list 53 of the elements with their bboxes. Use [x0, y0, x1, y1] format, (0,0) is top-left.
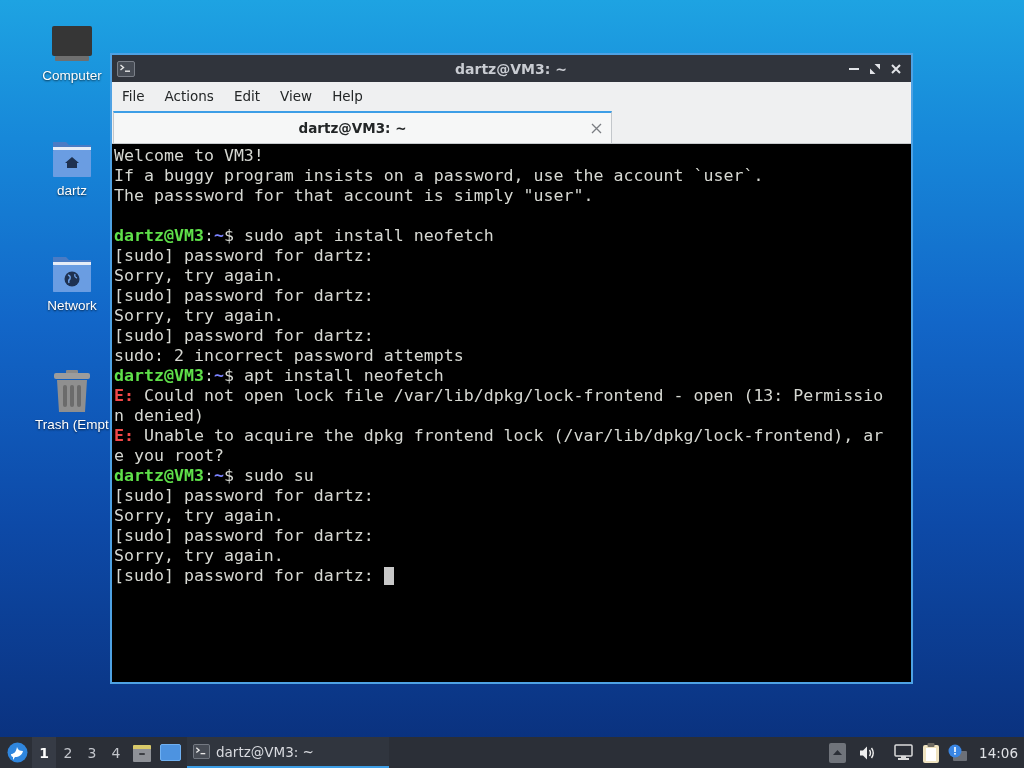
monitor-icon[interactable] — [894, 744, 914, 761]
output-line: [sudo] password for dartz: — [114, 486, 375, 506]
workspace-button[interactable]: 3 — [80, 737, 104, 768]
error-line: E: Unable to acquire the dpkg frontend lock (/var/lib/dpkg/lock-frontend), ar — [114, 426, 885, 446]
maximize-icon[interactable] — [870, 63, 880, 74]
output-line: If a buggy program insists on a password, use the account `user`. — [114, 166, 765, 186]
window-title: dartz@VM3: ~ — [455, 60, 567, 77]
output-line: e you root? — [114, 446, 225, 466]
speaker-icon[interactable] — [859, 744, 876, 761]
icon-label: Network — [47, 298, 97, 314]
icon-label: Trash (Empt — [35, 417, 109, 433]
workspace-button[interactable]: 4 — [104, 737, 128, 768]
output-line: Sorry, try again. — [114, 306, 285, 326]
workspace-button[interactable]: 1 — [32, 737, 56, 768]
output-line: Sorry, try again. — [114, 506, 285, 526]
terminal-icon — [193, 743, 210, 760]
task-button[interactable]: dartz@VM3: ~ — [187, 737, 389, 768]
drawer-icon[interactable] — [132, 742, 152, 763]
icon-label: Computer — [42, 68, 102, 84]
command-line: dartz@VM3:~$ apt install neofetch — [114, 366, 445, 386]
output-line: sudo: 2 incorrect password attempts — [114, 346, 465, 366]
output-line: [sudo] password for dartz: — [114, 526, 375, 546]
alert-icon[interactable] — [948, 743, 968, 762]
tab[interactable]: dartz@VM3: ~ — [113, 111, 612, 143]
output-line: The passsword for that account is simply "user". — [114, 186, 595, 206]
workspace-button[interactable]: 2 — [56, 737, 80, 768]
command-line: dartz@VM3:~$ sudo su — [114, 466, 315, 486]
output-line: Welcome to VM3! — [114, 146, 265, 166]
menu-item[interactable]: Actions — [154, 82, 224, 110]
output-line: Sorry, try again. — [114, 266, 285, 286]
output-line: [sudo] password for dartz: — [114, 286, 375, 306]
error-line: E: Could not open lock file /var/lib/dpkg/lock-frontend - open (13: Permissio — [114, 386, 885, 406]
menu-item[interactable]: Edit — [223, 82, 271, 110]
monitor-icon[interactable] — [51, 25, 93, 63]
home-folder-icon[interactable] — [51, 140, 93, 178]
menu-item[interactable]: Help — [322, 82, 373, 110]
output-line: [sudo] password for dartz: — [114, 246, 375, 266]
clock: 14:06 — [978, 744, 1019, 761]
icon-label: dartz — [57, 183, 87, 199]
terminal-panel[interactable] — [112, 144, 911, 682]
logo-icon[interactable] — [6, 742, 28, 763]
menu-item[interactable]: View — [270, 82, 323, 110]
caret-up-icon[interactable] — [828, 742, 846, 763]
terminal-icon — [117, 60, 135, 77]
output-line: n denied) — [114, 406, 205, 426]
menu-item[interactable]: File — [112, 82, 155, 110]
screen-icon[interactable] — [159, 744, 181, 761]
globe-folder-icon[interactable] — [51, 255, 93, 293]
clipboard-icon[interactable] — [922, 742, 939, 763]
command-line: dartz@VM3:~$ sudo apt install neofetch — [114, 226, 495, 246]
output-line: [sudo] password for dartz: — [114, 326, 375, 346]
output-line: [sudo] password for dartz: — [114, 566, 909, 586]
output-line: Sorry, try again. — [114, 546, 285, 566]
